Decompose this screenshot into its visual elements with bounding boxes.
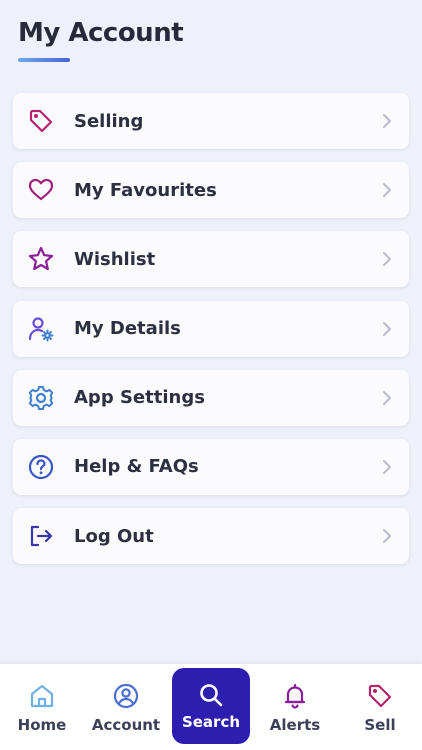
tab-label: Account [91, 716, 161, 734]
logout-icon [27, 522, 55, 550]
chevron-right-icon [383, 114, 391, 128]
heart-icon [27, 176, 55, 204]
bell-icon [284, 683, 306, 709]
tab-sell[interactable]: Sell [338, 664, 422, 750]
header: My Account [18, 16, 184, 62]
tab-label: Alerts [269, 716, 321, 734]
account-icon [113, 683, 139, 709]
tab-alerts[interactable]: Alerts [253, 664, 337, 750]
chevron-right-icon [383, 252, 391, 267]
question-icon [27, 453, 55, 481]
tab-label: Search [181, 713, 241, 731]
menu-item-label: Wishlist [74, 248, 156, 270]
menu-item-log-out[interactable]: Log Out [13, 508, 409, 565]
chevron-right-icon [383, 529, 391, 544]
menu-item-app-settings[interactable]: App Settings [13, 369, 409, 426]
bottom-tab-bar: Home Account Search Alerts Sell [0, 664, 422, 750]
search-icon [200, 684, 223, 707]
star-icon [27, 245, 55, 273]
menu-item-wishlist[interactable]: Wishlist [13, 231, 409, 288]
menu-item-help-faqs[interactable]: Help & FAQs [13, 438, 409, 495]
tab-label: Sell [364, 716, 396, 734]
menu-item-my-favourites[interactable]: My Favourites [13, 162, 409, 219]
tab-home[interactable]: Home [0, 664, 84, 750]
menu-item-label: Selling [74, 110, 144, 132]
menu-item-label: App Settings [74, 387, 205, 409]
chevron-right-icon [383, 459, 391, 474]
tag-icon [27, 107, 55, 135]
tab-label: Home [17, 716, 67, 734]
tab-search[interactable]: Search [172, 668, 250, 744]
tag-icon [368, 684, 392, 708]
chevron-right-icon [383, 321, 391, 336]
gear-icon [27, 384, 55, 412]
menu-item-my-details[interactable]: My Details [13, 300, 409, 357]
tab-account[interactable]: Account [84, 664, 168, 750]
menu-item-label: My Favourites [74, 179, 217, 201]
chevron-right-icon [383, 390, 391, 405]
home-icon [30, 684, 54, 708]
menu-item-label: Log Out [74, 525, 154, 547]
title-underline [18, 58, 70, 62]
menu-item-selling[interactable]: Selling [13, 93, 409, 149]
account-menu: Selling My Favourites Wishlist My Detail… [13, 93, 409, 577]
user-settings-icon [27, 315, 55, 343]
chevron-right-icon [383, 183, 391, 198]
menu-item-label: Help & FAQs [74, 456, 199, 478]
page-title: My Account [18, 18, 184, 48]
menu-item-label: My Details [74, 318, 181, 340]
